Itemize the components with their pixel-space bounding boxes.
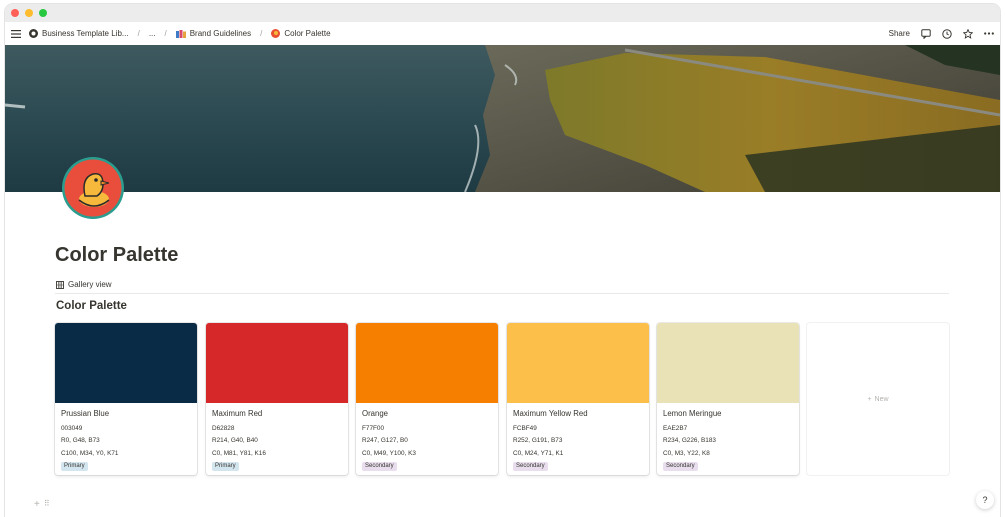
color-card[interactable]: Lemon Meringue EAE2B7 R234, G226, B183 C…: [657, 323, 799, 475]
window-titlebar: [5, 4, 1000, 22]
page-avatar-icon[interactable]: [61, 156, 125, 220]
topbar: Business Template Lib... / ... / Brand G…: [5, 22, 1000, 45]
gallery-grid-icon: [56, 280, 64, 289]
help-button[interactable]: ?: [976, 491, 994, 509]
card-body: Maximum Red D62828 R214, G40, B40 C0, M8…: [206, 403, 348, 475]
color-cmyk: C0, M81, Y81, K16: [212, 449, 266, 457]
page-title[interactable]: Color Palette: [55, 244, 178, 267]
new-card-label: New: [874, 395, 889, 403]
color-hex: D62828: [212, 424, 235, 432]
tab-gallery-view[interactable]: Gallery view: [56, 276, 117, 294]
color-card[interactable]: Maximum Red D62828 R214, G40, B40 C0, M8…: [206, 323, 348, 475]
tab-gallery-view-label: Gallery view: [68, 280, 112, 289]
color-tag-badge: Primary: [212, 462, 239, 471]
color-hex: FCBF49: [513, 424, 537, 432]
color-name: Lemon Meringue: [663, 409, 722, 418]
card-body: Lemon Meringue EAE2B7 R234, G226, B183 C…: [657, 403, 799, 475]
color-rgb: R234, G226, B183: [663, 437, 716, 444]
plus-icon: +: [867, 395, 872, 403]
page-icon-small: [271, 29, 281, 38]
color-tag-badge: Secondary: [362, 462, 397, 471]
cover-image: [5, 45, 1000, 192]
color-card[interactable]: Prussian Blue 003049 R0, G48, B73 C100, …: [55, 323, 197, 475]
minimize-window-button[interactable]: [25, 9, 33, 17]
color-hex: F77F00: [362, 424, 385, 432]
color-name: Maximum Red: [212, 409, 263, 418]
comment-icon[interactable]: [921, 28, 931, 39]
books-icon: [175, 29, 186, 38]
maximize-window-button[interactable]: [39, 9, 47, 17]
color-cmyk: C0, M24, Y71, K1: [513, 449, 564, 457]
close-window-button[interactable]: [11, 9, 19, 17]
breadcrumb: Business Template Lib... / ... / Brand G…: [29, 29, 331, 38]
color-rgb: R0, G48, B73: [61, 437, 100, 444]
block-controls: + ⠿: [34, 499, 50, 510]
history-clock-icon[interactable]: [942, 28, 952, 39]
card-body: Prussian Blue 003049 R0, G48, B73 C100, …: [55, 403, 197, 475]
color-card[interactable]: Maximum Yellow Red FCBF49 R252, G191, B7…: [507, 323, 649, 475]
breadcrumb-ellipsis[interactable]: ...: [149, 29, 156, 38]
color-hex: 003049: [61, 424, 83, 432]
color-name: Maximum Yellow Red: [513, 409, 588, 418]
color-rgb: R252, G191, B73: [513, 437, 563, 444]
color-name: Orange: [362, 409, 389, 418]
color-cmyk: C0, M3, Y22, K8: [663, 449, 710, 457]
color-hex: EAE2B7: [663, 424, 688, 432]
color-tag-badge: Secondary: [513, 462, 548, 471]
gallery-title[interactable]: Color Palette: [56, 300, 127, 312]
color-cmyk: C100, M34, Y0, K71: [61, 449, 119, 457]
more-options-icon[interactable]: [984, 32, 994, 35]
sidebar-menu-icon[interactable]: [11, 29, 21, 38]
help-label: ?: [982, 495, 988, 505]
color-rgb: R214, G40, B40: [212, 437, 258, 444]
color-tag-badge: Primary: [61, 462, 88, 471]
breadcrumb-workspace[interactable]: Business Template Lib...: [42, 29, 129, 38]
card-body: Orange F77F00 R247, G127, B0 C0, M49, Y1…: [356, 403, 498, 475]
share-button[interactable]: Share: [889, 29, 910, 38]
color-card[interactable]: Orange F77F00 R247, G127, B0 C0, M49, Y1…: [356, 323, 498, 475]
color-swatch: [356, 323, 498, 403]
topbar-actions: Share: [889, 28, 994, 39]
card-body: Maximum Yellow Red FCBF49 R252, G191, B7…: [507, 403, 649, 475]
add-block-plus-icon[interactable]: +: [34, 499, 40, 510]
app-window: Business Template Lib... / ... / Brand G…: [5, 4, 1000, 517]
color-cmyk: C0, M49, Y100, K3: [362, 449, 416, 457]
view-divider: [55, 293, 949, 294]
color-swatch: [206, 323, 348, 403]
color-swatch: [507, 323, 649, 403]
breadcrumb-parent[interactable]: Brand Guidelines: [190, 29, 251, 38]
breadcrumb-current[interactable]: Color Palette: [284, 29, 330, 38]
favorite-star-icon[interactable]: [963, 28, 973, 39]
color-tag-badge: Secondary: [663, 462, 698, 471]
drag-handle-icon[interactable]: ⠿: [44, 499, 50, 510]
color-swatch: [657, 323, 799, 403]
color-swatch: [55, 323, 197, 403]
new-card-button[interactable]: + New: [807, 323, 949, 475]
color-name: Prussian Blue: [61, 409, 110, 418]
workspace-logo-icon: [29, 29, 38, 38]
color-rgb: R247, G127, B0: [362, 437, 408, 444]
